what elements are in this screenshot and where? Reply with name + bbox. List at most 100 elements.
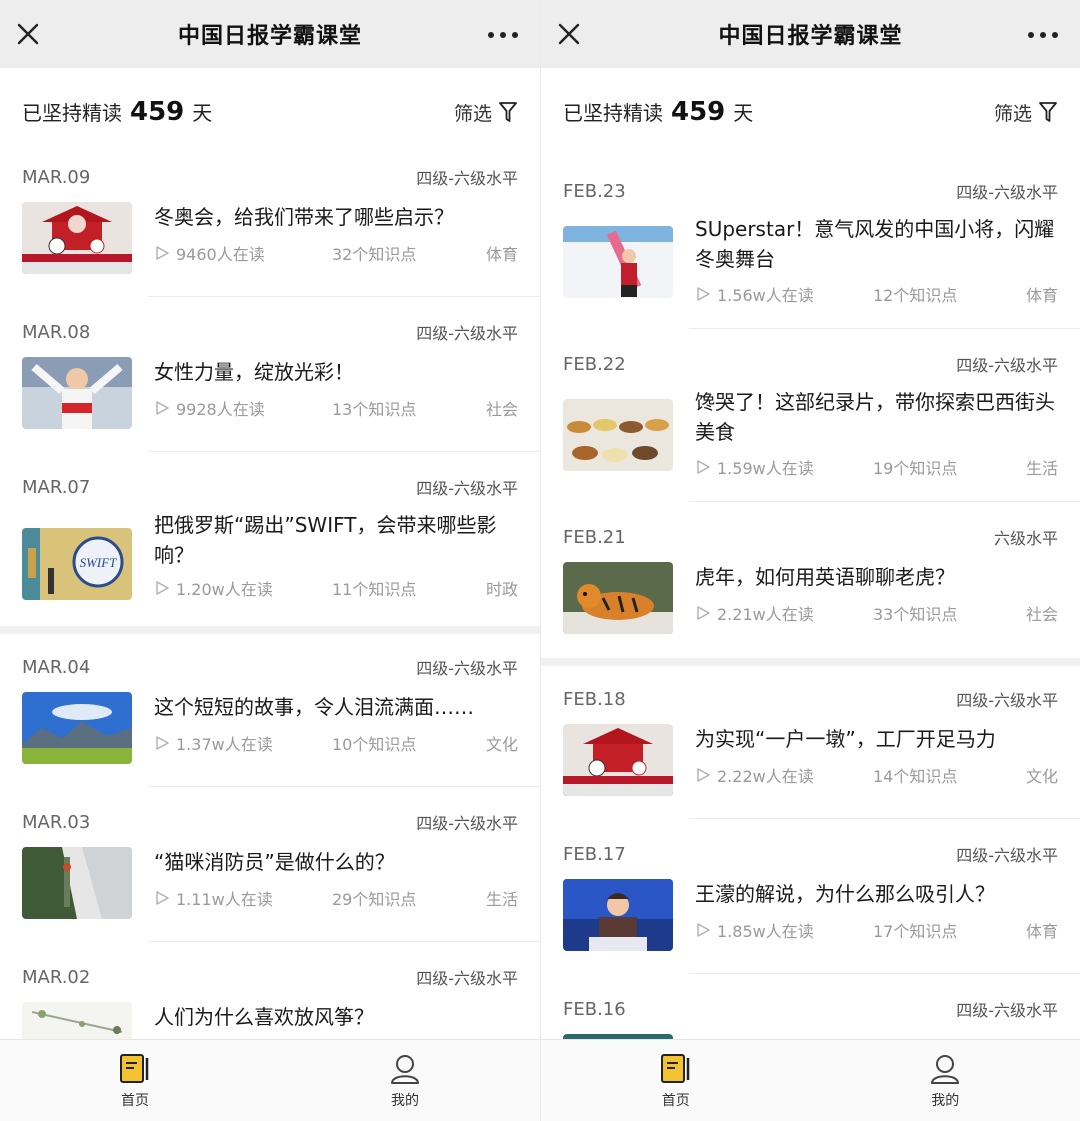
tab-label: 我的	[931, 1092, 960, 1109]
streak-bar: 已坚持精读 459 天 筛选	[0, 68, 540, 156]
more-icon[interactable]	[1028, 32, 1058, 38]
item-level: 四级-六级水平	[416, 814, 518, 833]
category-tag: 时政	[485, 580, 518, 599]
thumbnail-image	[22, 692, 132, 764]
item-level: 四级-六级水平	[416, 969, 518, 988]
close-icon[interactable]	[555, 20, 583, 48]
knowledge-points: 32个知识点	[332, 245, 417, 264]
readers-count: 9460人在读	[154, 241, 332, 265]
tab-mine[interactable]: 我的	[811, 1040, 1080, 1121]
readers-count: 1.59w人在读	[695, 455, 873, 479]
readers-count: 2.22w人在读	[695, 763, 873, 787]
readers-text: 1.59w人在读	[717, 459, 814, 478]
readers-text: 9928人在读	[176, 400, 265, 419]
streak-suffix: 天	[192, 101, 213, 125]
page-title: 中国日报学霸课堂	[177, 24, 362, 49]
thumbnail-image	[563, 879, 673, 951]
filter-button[interactable]: 筛选	[994, 99, 1058, 126]
item-date: FEB.22	[563, 353, 626, 375]
list-item[interactable]: FEB.17 四级-六级水平 王濛的解说，为什么那么吸引人？ 1.85w人在读 …	[541, 819, 1080, 973]
item-date: MAR.03	[22, 811, 91, 833]
tab-label: 首页	[661, 1092, 690, 1109]
item-date: MAR.02	[22, 966, 91, 988]
bottom-tab-bar: 首页 我的	[0, 1039, 540, 1121]
item-level: 四级-六级水平	[956, 183, 1058, 202]
filter-icon	[499, 102, 517, 122]
thumbnail-image	[563, 226, 673, 298]
thumbnail-image	[563, 562, 673, 634]
thumbnail-image: SWIFT	[22, 528, 132, 600]
item-date: FEB.23	[563, 180, 626, 202]
item-title: 虎年，如何用英语聊聊老虎？	[695, 565, 955, 589]
category-tag: 社会	[485, 400, 518, 419]
item-level: 四级-六级水平	[956, 1001, 1058, 1020]
streak-text: 已坚持精读 459 天	[563, 97, 753, 127]
more-icon[interactable]	[488, 32, 518, 38]
list-item[interactable]: MAR.09 四级-六级水平 冬奥会，给我们带来了哪些启示？ 9460人在读 3…	[0, 156, 540, 296]
play-icon	[156, 401, 169, 415]
page-title: 中国日报学霸课堂	[718, 24, 903, 49]
left-panel: 中国日报学霸课堂 已坚持精读 459 天 筛选 MAR.09 四级-六级水平 冬…	[0, 0, 540, 1121]
item-title: 人们为什么喜欢放风筝？	[154, 1005, 374, 1029]
readers-count: 1.11w人在读	[154, 886, 332, 910]
readers-count: 1.20w人在读	[154, 576, 332, 600]
list-item[interactable]: MAR.03 四级-六级水平 “猫咪消防员”是做什么的？ 1.11w人在读 29…	[0, 787, 540, 941]
list-item[interactable]: FEB.21 六级水平 虎年，如何用英语聊聊老虎？ 2.21w人在读 33个知识…	[541, 502, 1080, 658]
list-item[interactable]: FEB.23 四级-六级水平 SUperstar！意气风发的中国小将，闪耀冬奥舞…	[541, 156, 1080, 328]
item-title: 为实现“一户一墩”，工厂开足马力	[695, 727, 996, 751]
knowledge-points: 33个知识点	[873, 605, 958, 624]
list-item[interactable]: MAR.04 四级-六级水平 这个短短的故事，令人泪流满面…… 1.37w人在读	[0, 634, 540, 786]
play-icon	[156, 246, 169, 260]
play-icon	[697, 768, 710, 782]
knowledge-points: 19个知识点	[873, 459, 958, 478]
streak-suffix: 天	[733, 101, 754, 125]
item-title: 女性力量，绽放光彩！	[154, 360, 354, 384]
knowledge-points: 17个知识点	[873, 922, 958, 941]
knowledge-points: 13个知识点	[332, 400, 417, 419]
list-item[interactable]: MAR.08 四级-六级水平 女性力量，绽放光彩！ 9928人在读 13个知识点…	[0, 297, 540, 451]
play-icon	[697, 287, 710, 301]
list-item[interactable]: MAR.07 四级-六级水平 SWIFT 把俄罗斯“踢出”SWIFT，会带来哪些…	[0, 452, 540, 626]
streak-text: 已坚持精读 459 天	[22, 97, 212, 127]
readers-count: 1.37w人在读	[154, 731, 332, 755]
list-item[interactable]: FEB.18 四级-六级水平 为实现“一户一墩”，工厂开足马力 2.22w人在读…	[541, 666, 1080, 818]
item-date: MAR.08	[22, 321, 91, 343]
bottom-tab-bar: 首页 我的	[541, 1039, 1080, 1121]
readers-text: 2.21w人在读	[717, 605, 814, 624]
item-title: 把俄罗斯“踢出”SWIFT，会带来哪些影响？	[154, 513, 497, 567]
readers-text: 1.56w人在读	[717, 286, 814, 305]
item-title: 这个短短的故事，令人泪流满面……	[154, 695, 474, 719]
category-tag: 生活	[485, 890, 518, 909]
item-level: 四级-六级水平	[416, 324, 518, 343]
tab-home[interactable]: 首页	[541, 1040, 811, 1121]
tab-label: 首页	[121, 1092, 149, 1109]
category-tag: 体育	[485, 245, 518, 264]
readers-text: 1.85w人在读	[717, 922, 814, 941]
item-title: 冬奥会，给我们带来了哪些启示？	[154, 205, 454, 229]
title-bar: 中国日报学霸课堂	[0, 0, 540, 68]
item-level: 四级-六级水平	[956, 846, 1058, 865]
streak-bar: 已坚持精读 459 天 筛选	[541, 68, 1080, 156]
item-date: MAR.07	[22, 476, 91, 498]
item-date: FEB.18	[563, 688, 626, 710]
item-title: SUperstar！意气风发的中国小将，闪耀冬奥舞台	[695, 217, 1055, 271]
play-icon	[697, 606, 710, 620]
category-tag: 文化	[1025, 767, 1058, 786]
filter-icon	[1039, 102, 1057, 122]
list-item[interactable]: FEB.22 四级-六级水平 馋哭了！这部纪录片，带你探索巴西街头美食 1.59…	[541, 329, 1080, 501]
item-date: MAR.09	[22, 166, 91, 188]
category-tag: 文化	[485, 735, 518, 754]
category-tag: 生活	[1025, 459, 1058, 478]
streak-days: 459	[130, 97, 185, 127]
tab-label: 我的	[391, 1092, 419, 1109]
thumbnail-image	[563, 724, 673, 796]
filter-button[interactable]: 筛选	[454, 99, 518, 126]
tab-mine[interactable]: 我的	[270, 1040, 540, 1121]
user-icon	[931, 1054, 960, 1084]
user-icon	[391, 1054, 419, 1084]
tab-home[interactable]: 首页	[0, 1040, 270, 1121]
item-level: 四级-六级水平	[956, 356, 1058, 375]
close-icon[interactable]	[14, 20, 42, 48]
knowledge-points: 29个知识点	[332, 890, 417, 909]
streak-days: 459	[671, 97, 726, 127]
